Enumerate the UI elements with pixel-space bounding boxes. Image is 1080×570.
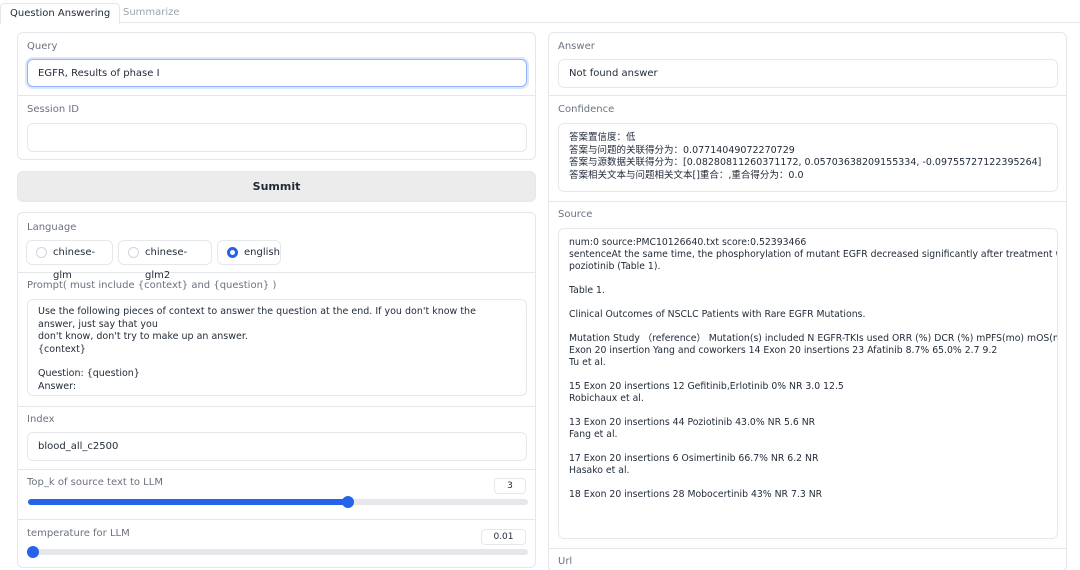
source-blank-line [569, 321, 1047, 333]
query-input[interactable] [27, 59, 527, 87]
temperature-label: temperature for LLM [27, 528, 130, 539]
answer-label: Answer [558, 41, 595, 52]
index-input[interactable] [27, 432, 527, 461]
divider [18, 95, 535, 96]
top-k-slider-fill [28, 499, 348, 505]
source-line: Hasako et al. [569, 465, 630, 476]
prompt-line: Use the following pieces of context to a… [38, 306, 476, 330]
divider [18, 519, 535, 520]
divider [18, 272, 535, 273]
top-k-slider[interactable] [28, 496, 528, 508]
tab-bar: Question Answering Summarize [0, 0, 1080, 24]
tab-summarize[interactable]: Summarize [114, 3, 189, 24]
prompt-line: Answer: [38, 380, 77, 392]
divider [549, 201, 1066, 202]
radio-selected-icon [227, 247, 238, 258]
top-k-value-box[interactable]: 3 [494, 478, 526, 494]
radio-circle-icon [128, 247, 139, 258]
source-line: 18 Exon 20 insertions 28 Mobocertinib 43… [569, 489, 823, 500]
source-line: Clinical Outcomes of NSCLC Patients with… [569, 309, 866, 320]
url-label: Url [558, 556, 573, 567]
prompt-line: Question: {question} [38, 368, 140, 379]
source-blank-line [569, 405, 1047, 417]
language-label: Language [27, 222, 77, 233]
divider [18, 406, 535, 407]
results-panel: Answer Not found answer Confidence 答案置信度… [548, 32, 1067, 570]
language-option-label: english [244, 247, 280, 258]
source-blank-line [569, 369, 1047, 381]
tab-question-answering[interactable]: Question Answering [0, 3, 121, 24]
source-line: 17 Exon 20 insertions 6 Osimertinib 66.7… [569, 453, 819, 464]
prompt-line: {context} [38, 343, 86, 355]
source-line: num:0 source:PMC10126640.txt score:0.523… [569, 237, 807, 248]
session-id-input[interactable] [27, 123, 527, 152]
session-id-label: Session ID [27, 104, 79, 115]
confidence-label: Confidence [558, 104, 615, 115]
temperature-slider[interactable] [27, 546, 528, 558]
top-k-label: Top_k of source text to LLM [27, 477, 163, 488]
temperature-value-box[interactable]: 0.01 [481, 529, 526, 545]
prompt-line: don't know, don't try to make up an answ… [38, 331, 248, 342]
index-label: Index [27, 414, 55, 425]
confidence-line: 答案置信度：低 [569, 132, 636, 143]
submit-button[interactable]: Summit [17, 171, 536, 202]
temperature-slider-thumb[interactable] [27, 546, 39, 558]
language-option-chinese-glm[interactable]: chinese-glm [26, 240, 113, 281]
confidence-line: 答案与源数据关联得分为：[0.08280811260371172, 0.0570… [569, 157, 1042, 168]
radio-circle-icon [36, 247, 47, 258]
confidence-output: 答案置信度：低 答案与问题的关联得分为：0.07714049072270729 … [558, 123, 1058, 192]
divider [549, 548, 1066, 549]
source-line: Table 1. [569, 285, 605, 296]
prompt-blank-line [38, 356, 516, 368]
source-blank-line [569, 441, 1047, 453]
query-session-panel: Query Session ID [17, 32, 536, 160]
source-line: Fang et al. [569, 429, 618, 440]
language-option-chinese-glm2[interactable]: chinese-glm2 [118, 240, 212, 281]
source-blank-line [569, 273, 1047, 285]
source-output[interactable]: num:0 source:PMC10126640.txt score:0.523… [558, 228, 1058, 539]
source-line: 15 Exon 20 insertions 12 Gefitinib,Erlot… [569, 381, 844, 392]
divider [549, 95, 1066, 96]
source-line: poziotinib (Table 1). [569, 261, 661, 272]
confidence-line: 答案相关文本与问题相关文本[]重合：,重合得分为：0.0 [569, 169, 804, 181]
prompt-textarea[interactable]: Use the following pieces of context to a… [27, 299, 527, 396]
top-k-slider-thumb[interactable] [342, 496, 354, 508]
source-label: Source [558, 209, 593, 220]
source-blank-line [569, 477, 1047, 489]
source-line: 13 Exon 20 insertions 44 Poziotinib 43.0… [569, 417, 816, 428]
settings-panel: Language Prompt( must include {context} … [17, 212, 536, 568]
source-line: Tu et al. [569, 357, 606, 368]
divider [18, 469, 535, 470]
source-line: Exon 20 insertion Yang and coworkers 14 … [569, 345, 998, 356]
source-line: sentenceAt the same time, the phosphoryl… [569, 249, 1058, 260]
confidence-line: 答案与问题的关联得分为：0.07714049072270729 [569, 144, 795, 156]
source-line: Mutation Study （reference） Mutation(s) i… [569, 333, 1058, 344]
source-line: Robichaux et al. [569, 393, 644, 404]
answer-output: Not found answer [558, 59, 1058, 88]
language-option-english[interactable]: english [217, 240, 281, 265]
source-blank-line [569, 297, 1047, 309]
query-label: Query [27, 41, 58, 52]
